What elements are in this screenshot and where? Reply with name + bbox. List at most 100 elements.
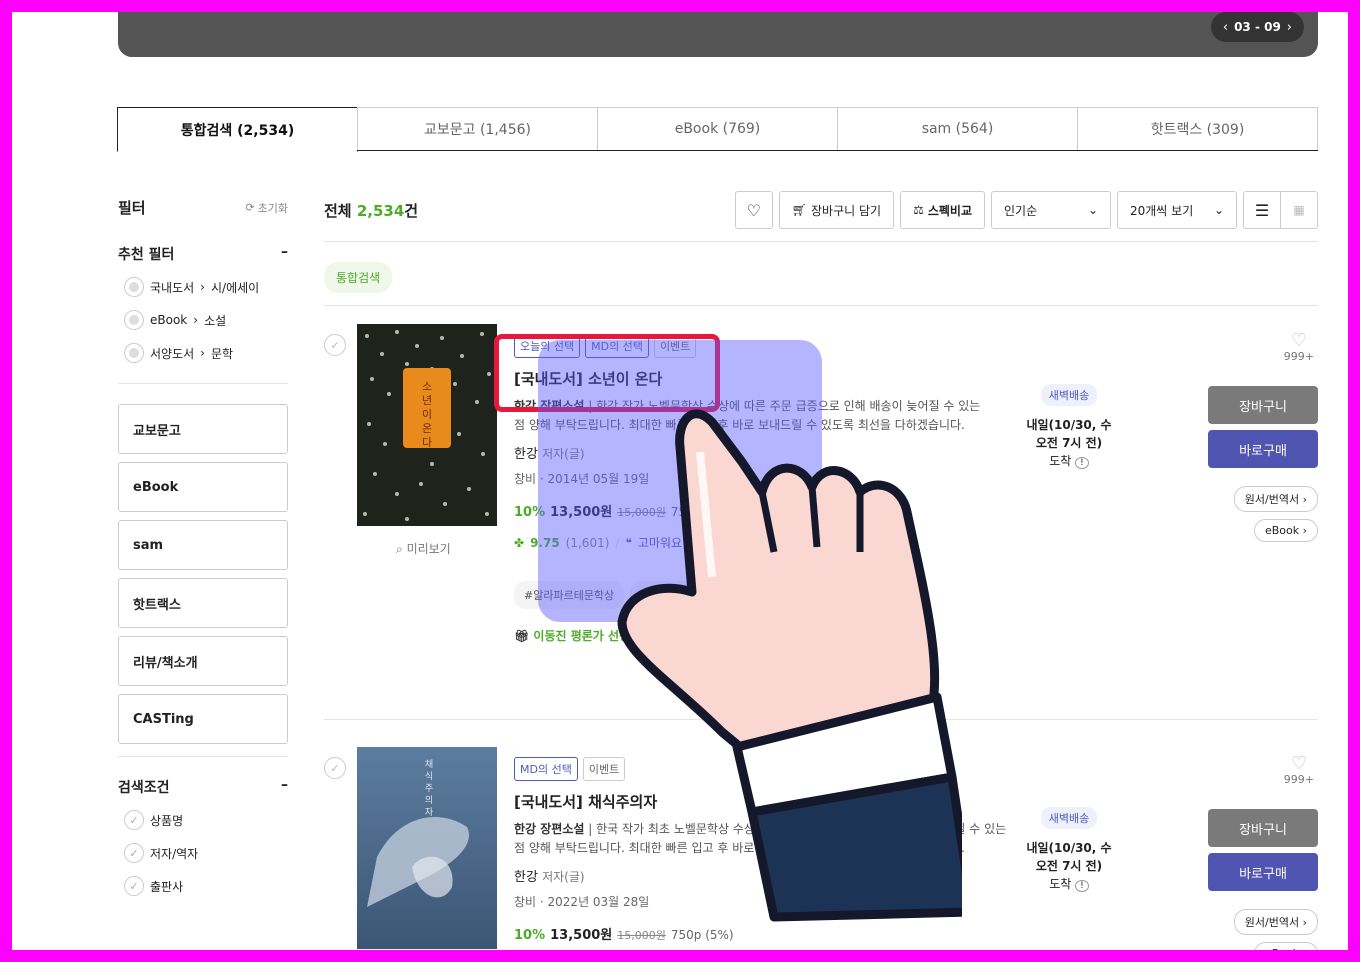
- list-view-button[interactable]: ☰: [1243, 191, 1281, 229]
- compare-label: 스펙비교: [927, 203, 972, 218]
- tab-integrated[interactable]: 통합검색 (2,534): [117, 107, 358, 152]
- tab-kyobo[interactable]: 교보문고 (1,456): [357, 107, 598, 150]
- select-checkbox[interactable]: ✓: [324, 757, 346, 779]
- scale-icon: ⚖: [913, 203, 924, 217]
- radio-icon[interactable]: [124, 343, 144, 363]
- desc-line2: 점 양해 부탁드립니다. 최대한 빠른 입고 후 바로 보내드릴 수 있도록 최…: [514, 841, 965, 855]
- recommend-filter-option[interactable]: 서양도서 › 문학: [118, 343, 288, 363]
- divider: [324, 719, 1318, 720]
- condition-option[interactable]: ✓ 저자/역자: [118, 843, 288, 863]
- tag[interactable]: #한강: [846, 581, 897, 609]
- grid-view-button[interactable]: ▦: [1280, 191, 1318, 229]
- quote-icon: ❝: [625, 535, 632, 550]
- delivery-date: 내일(10/30, 수: [1026, 418, 1112, 432]
- check-icon[interactable]: ✓: [124, 843, 144, 863]
- recommend-filter-title: 추천 필터: [118, 247, 175, 263]
- book-cover[interactable]: 소년이 온다: [357, 324, 497, 526]
- sort-value: 인기순: [1004, 203, 1038, 218]
- original-price: 15,000원: [617, 929, 666, 942]
- collapse-icon[interactable]: –: [281, 244, 288, 264]
- clover-icon: ✤: [514, 535, 525, 550]
- filter-category: 서양도서: [150, 346, 195, 361]
- product-title[interactable]: [국내도서] 소년이 온다: [514, 368, 1054, 389]
- product-title[interactable]: [국내도서] 채식주의자: [514, 791, 1054, 812]
- review-count: (1,601): [565, 535, 610, 550]
- author-name[interactable]: 한강: [514, 447, 538, 462]
- recommend-filter-option[interactable]: 국내도서 › 시/에세이: [118, 277, 288, 297]
- original-translation-link[interactable]: 원서/번역서 ›: [1233, 909, 1318, 935]
- chevron-left-icon[interactable]: ‹: [1223, 20, 1228, 35]
- sidebar-item-ebook[interactable]: eBook: [118, 462, 288, 512]
- author-name[interactable]: 한강: [514, 870, 538, 885]
- delivery-time: 오전 7시 전): [1035, 859, 1103, 873]
- radio-icon[interactable]: [124, 310, 144, 330]
- total-unit: 건: [404, 201, 419, 220]
- tab-hottracks[interactable]: 핫트랙스 (309): [1077, 107, 1318, 150]
- chevron-right-icon[interactable]: ›: [1287, 20, 1292, 35]
- cart-icon: 🛒︎: [791, 203, 807, 217]
- heart-icon: ♡: [1290, 753, 1307, 774]
- buy-now-button[interactable]: 바로구매: [1208, 853, 1318, 891]
- condition-option[interactable]: ✓ 상품명: [118, 810, 288, 830]
- emotion-keyword: 고마워요: [637, 536, 683, 550]
- author-role: 저자(글): [542, 870, 585, 884]
- reset-button[interactable]: ⟳ 초기화: [245, 200, 288, 216]
- sidebar-item-sam[interactable]: sam: [118, 520, 288, 570]
- tag[interactable]: #알라파르테문학상: [514, 581, 625, 609]
- sidebar-item-hottracks[interactable]: 핫트랙스: [118, 578, 288, 628]
- preview-link[interactable]: ⌕ 미리보기: [396, 540, 451, 557]
- ebook-link[interactable]: eBook ›: [1253, 519, 1318, 542]
- check-icon[interactable]: ✓: [124, 810, 144, 830]
- cart-button[interactable]: 장바구니: [1208, 386, 1318, 424]
- add-cart-button[interactable]: 🛒︎ 장바구니 담기: [778, 191, 895, 229]
- tab-ebook[interactable]: eBook (769): [597, 107, 838, 150]
- desc-lead: 한강 장편소설: [514, 399, 585, 413]
- delivery-info: 새벽배송 내일(10/30, 수 오전 7시 전) 도착 !: [1014, 384, 1124, 469]
- badge-event: 이벤트: [653, 334, 697, 358]
- radio-icon[interactable]: [124, 277, 144, 297]
- tag[interactable]: #광주민주화운동: [740, 581, 841, 609]
- point-value: 750p (5%): [670, 505, 734, 519]
- collapse-icon[interactable]: –: [281, 777, 288, 797]
- sidebar-item-review[interactable]: 리뷰/책소개: [118, 636, 288, 686]
- product-actions: ♡ 999+ 새벽배송 내일(10/30, 수 오전 7시 전) 도착 ! 장바…: [998, 332, 1318, 554]
- like-count: 999+: [1283, 350, 1314, 363]
- original-translation-link[interactable]: 원서/번역서 ›: [1233, 486, 1318, 512]
- sort-select[interactable]: 인기순 ⌄: [991, 191, 1111, 229]
- tab-sam[interactable]: sam (564): [837, 107, 1078, 150]
- price-line: 10% 13,500원 15,000원 750p (5%): [514, 501, 1054, 520]
- desc-line2: 점 양해 부탁드립니다. 최대한 빠른 입고 후 바로 보내드릴 수 있도록 최…: [514, 418, 965, 432]
- filter-subcategory: 문학: [210, 346, 234, 361]
- select-checkbox[interactable]: ✓: [324, 334, 346, 356]
- info-icon[interactable]: !: [1075, 880, 1089, 892]
- review-score: 9.75: [530, 535, 560, 550]
- arrive-label: 도착: [1049, 454, 1072, 468]
- like-button[interactable]: ♡ 999+: [1283, 753, 1314, 787]
- tag[interactable]: #5·18민주화운동: [630, 581, 735, 609]
- active-filter-chip[interactable]: 통합검색: [324, 262, 393, 293]
- recommend-filter-option[interactable]: eBook › 소설: [118, 310, 288, 330]
- top-banner[interactable]: ‹ 03 - 09 ›: [118, 12, 1318, 57]
- check-icon[interactable]: ✓: [124, 876, 144, 896]
- ebook-link[interactable]: eBook ›: [1253, 942, 1318, 950]
- chevron-right-icon: ›: [193, 313, 199, 327]
- like-count: 999+: [1283, 773, 1314, 786]
- info-icon[interactable]: !: [1075, 457, 1089, 469]
- like-button[interactable]: ♡ 999+: [1283, 332, 1314, 364]
- desc-line1: 한국 작가 최초 노벨문학상 수상에 따른 주문 급증으로 인해 배송이 늦어질…: [596, 822, 1007, 836]
- chevron-right-icon: ›: [200, 346, 205, 360]
- banner-pager[interactable]: ‹ 03 - 09 ›: [1210, 12, 1304, 42]
- sidebar-item-kyobo[interactable]: 교보문고: [118, 404, 288, 454]
- sidebar-item-casting[interactable]: CASTing: [118, 694, 288, 744]
- wishlist-button[interactable]: ♡: [734, 191, 773, 229]
- badge-md-pick: MD의 선택: [514, 757, 578, 781]
- cart-button[interactable]: 장바구니: [1208, 809, 1318, 847]
- author-role: 저자(글): [542, 447, 585, 461]
- event-link[interactable]: 🎁︎ 이동진 평론가 선정 이 달의 책: [514, 627, 1054, 644]
- condition-option[interactable]: ✓ 출판사: [118, 876, 288, 896]
- search-tabs: 통합검색 (2,534) 교보문고 (1,456) eBook (769) sa…: [117, 107, 1318, 152]
- buy-now-button[interactable]: 바로구매: [1208, 430, 1318, 468]
- compare-button[interactable]: ⚖ 스펙비교: [900, 191, 985, 229]
- page-size-select[interactable]: 20개씩 보기 ⌄: [1117, 191, 1237, 229]
- book-cover[interactable]: 채식주의자: [357, 747, 497, 949]
